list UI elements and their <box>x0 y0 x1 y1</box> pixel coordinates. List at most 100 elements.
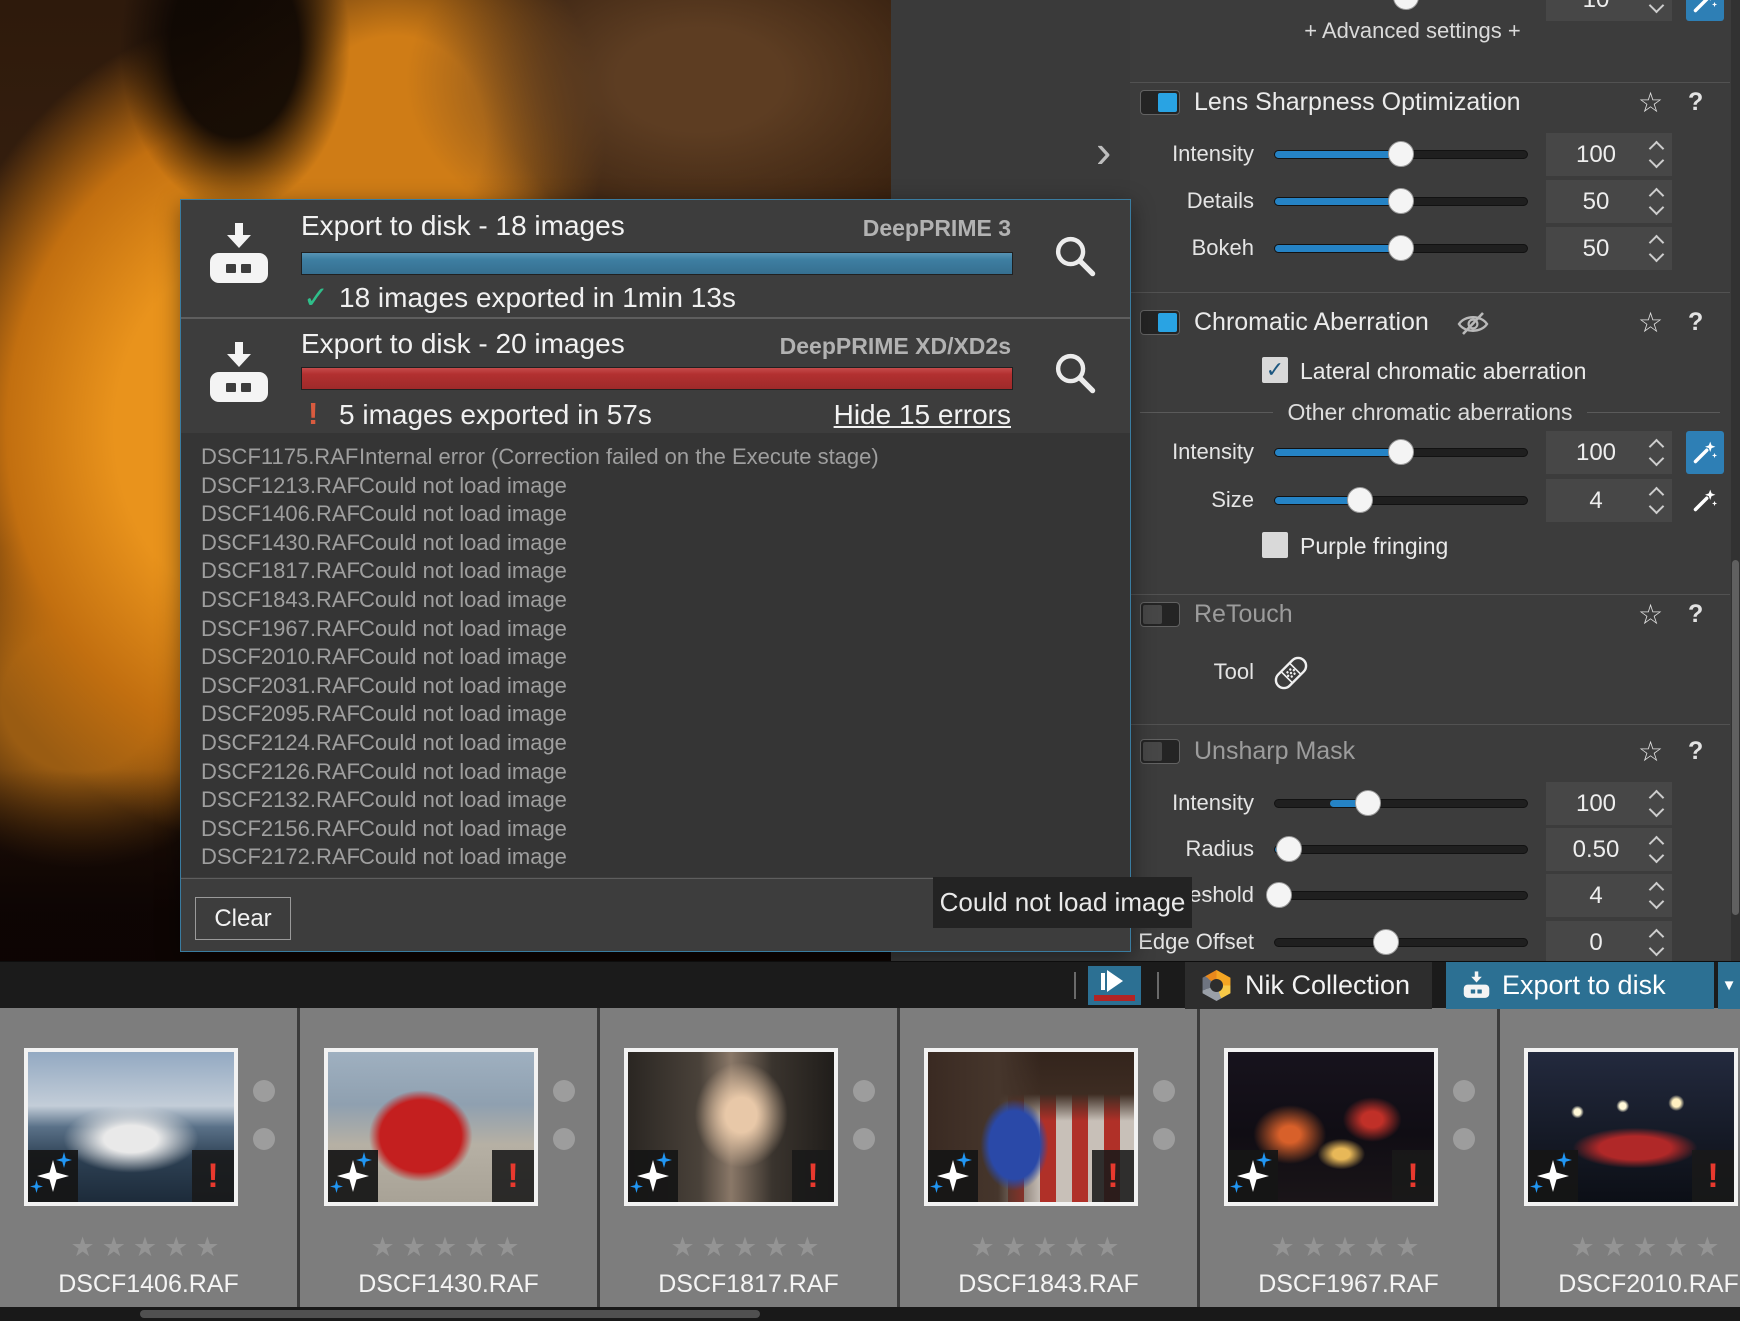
filmstrip-item[interactable]: !★★★★★DSCF1817.RAF <box>600 1008 897 1307</box>
select-dot[interactable] <box>553 1128 575 1150</box>
select-dot[interactable] <box>553 1080 575 1102</box>
filmstrip-item[interactable]: !★★★★★DSCF1967.RAF <box>1200 1008 1497 1307</box>
value-input[interactable]: 0.50 <box>1546 828 1672 871</box>
stepper-down-icon[interactable] <box>1649 499 1665 515</box>
magic-wand-icon[interactable] <box>1692 0 1718 14</box>
slider-track[interactable] <box>1274 938 1528 947</box>
help-icon[interactable]: ? <box>1688 88 1703 117</box>
select-dot[interactable] <box>853 1128 875 1150</box>
section-enable-toggle[interactable] <box>1140 739 1180 764</box>
section-enable-toggle[interactable] <box>1140 90 1180 115</box>
favorite-star-icon[interactable]: ☆ <box>1638 598 1663 631</box>
section-enable-toggle[interactable] <box>1140 602 1180 627</box>
star-rating[interactable]: ★★★★★ <box>300 1232 597 1263</box>
nik-collection-button[interactable]: Nik Collection <box>1185 962 1432 1009</box>
favorite-star-icon[interactable]: ☆ <box>1638 306 1663 339</box>
clear-button[interactable]: Clear <box>195 897 291 940</box>
stepper-down-icon[interactable] <box>1649 451 1665 467</box>
slider-track[interactable] <box>1274 845 1528 854</box>
slider-thumb[interactable] <box>1393 0 1419 10</box>
select-dot[interactable] <box>253 1080 275 1102</box>
slider-thumb[interactable] <box>1388 188 1414 214</box>
magic-wand-icon[interactable] <box>1692 487 1718 513</box>
slider-thumb[interactable] <box>1388 439 1414 465</box>
hide-errors-link[interactable]: Hide 15 errors <box>834 399 1011 431</box>
stepper-down-icon[interactable] <box>1649 0 1665 13</box>
filmstrip-item[interactable]: !★★★★★DSCF1406.RAF <box>0 1008 297 1307</box>
value-stepper[interactable] <box>1649 140 1663 170</box>
collapse-panel-icon[interactable]: › <box>1096 128 1111 174</box>
slider-thumb[interactable] <box>1347 487 1373 513</box>
panel-scrollbar[interactable] <box>1731 0 1740 961</box>
star-rating[interactable]: ★★★★★ <box>0 1232 297 1263</box>
value-stepper[interactable] <box>1649 0 1663 15</box>
star-rating[interactable]: ★★★★★ <box>900 1232 1197 1263</box>
section-enable-toggle[interactable] <box>1140 310 1180 335</box>
bandage-icon[interactable] <box>1270 652 1312 694</box>
panel-scrollbar-thumb[interactable] <box>1732 560 1739 915</box>
export-options-dropdown[interactable]: ▼ <box>1718 962 1740 1009</box>
magic-wand-icon[interactable] <box>1692 439 1718 465</box>
favorite-star-icon[interactable]: ☆ <box>1638 735 1663 768</box>
stepper-down-icon[interactable] <box>1649 802 1665 818</box>
stepper-down-icon[interactable] <box>1649 894 1665 910</box>
filmstrip-item[interactable]: !★★★★★DSCF1843.RAF <box>900 1008 1197 1307</box>
select-dot[interactable] <box>1153 1128 1175 1150</box>
help-icon[interactable]: ? <box>1688 737 1703 766</box>
select-dot[interactable] <box>853 1080 875 1102</box>
filmstrip-scrollbar[interactable] <box>0 1307 1740 1321</box>
slider-track[interactable] <box>1274 891 1528 900</box>
star-rating[interactable]: ★★★★★ <box>1500 1232 1740 1263</box>
star-rating[interactable]: ★★★★★ <box>600 1232 897 1263</box>
filmstrip-item[interactable]: !★★★★★DSCF2010.RAF <box>1500 1008 1740 1307</box>
value-stepper[interactable] <box>1649 789 1663 819</box>
stepper-down-icon[interactable] <box>1649 153 1665 169</box>
checkbox[interactable] <box>1262 532 1288 558</box>
export-to-disk-button[interactable]: Export to disk <box>1446 962 1714 1009</box>
slider-thumb[interactable] <box>1373 929 1399 955</box>
checkbox[interactable]: ✓ <box>1262 357 1288 383</box>
value-input[interactable]: 100 <box>1546 133 1672 176</box>
value-stepper[interactable] <box>1649 835 1663 865</box>
select-dot[interactable] <box>1453 1128 1475 1150</box>
value-input[interactable]: 100 <box>1546 782 1672 825</box>
slider-thumb[interactable] <box>1388 235 1414 261</box>
select-dot[interactable] <box>1453 1080 1475 1102</box>
value-stepper[interactable] <box>1649 438 1663 468</box>
select-dot[interactable] <box>253 1128 275 1150</box>
visibility-off-icon[interactable] <box>1456 310 1490 336</box>
help-icon[interactable]: ? <box>1688 308 1703 337</box>
auto-wand-button[interactable] <box>1686 479 1724 522</box>
value-input[interactable]: 0 <box>1546 921 1672 961</box>
magnifier-icon[interactable] <box>1053 351 1097 395</box>
export-in-progress-button[interactable] <box>1088 966 1141 1005</box>
filmstrip-item[interactable]: !★★★★★DSCF1430.RAF <box>300 1008 597 1307</box>
advanced-settings-link[interactable]: + Advanced settings + <box>1130 18 1695 44</box>
stepper-down-icon[interactable] <box>1649 848 1665 864</box>
value-input[interactable]: 100 <box>1546 431 1672 474</box>
select-dot[interactable] <box>1153 1080 1175 1102</box>
slider-track[interactable] <box>1274 496 1528 505</box>
value-stepper[interactable] <box>1649 234 1663 264</box>
value-input[interactable]: 50 <box>1546 180 1672 223</box>
value-stepper[interactable] <box>1649 486 1663 516</box>
help-icon[interactable]: ? <box>1688 600 1703 629</box>
stepper-down-icon[interactable] <box>1649 247 1665 263</box>
favorite-star-icon[interactable]: ☆ <box>1638 86 1663 119</box>
value-input[interactable]: 50 <box>1546 227 1672 270</box>
filmstrip-scrollbar-thumb[interactable] <box>140 1310 760 1318</box>
slider-track[interactable] <box>1274 799 1528 808</box>
value-stepper[interactable] <box>1649 881 1663 911</box>
star-rating[interactable]: ★★★★★ <box>1200 1232 1497 1263</box>
slider-thumb[interactable] <box>1266 882 1292 908</box>
auto-wand-button[interactable] <box>1686 431 1724 474</box>
value-stepper[interactable] <box>1649 928 1663 958</box>
value-input[interactable]: 4 <box>1546 874 1672 917</box>
slider-thumb[interactable] <box>1388 141 1414 167</box>
magnifier-icon[interactable] <box>1053 234 1097 278</box>
value-input[interactable]: 4 <box>1546 479 1672 522</box>
slider-thumb[interactable] <box>1276 836 1302 862</box>
stepper-down-icon[interactable] <box>1649 941 1665 957</box>
slider-thumb[interactable] <box>1355 790 1381 816</box>
stepper-down-icon[interactable] <box>1649 200 1665 216</box>
